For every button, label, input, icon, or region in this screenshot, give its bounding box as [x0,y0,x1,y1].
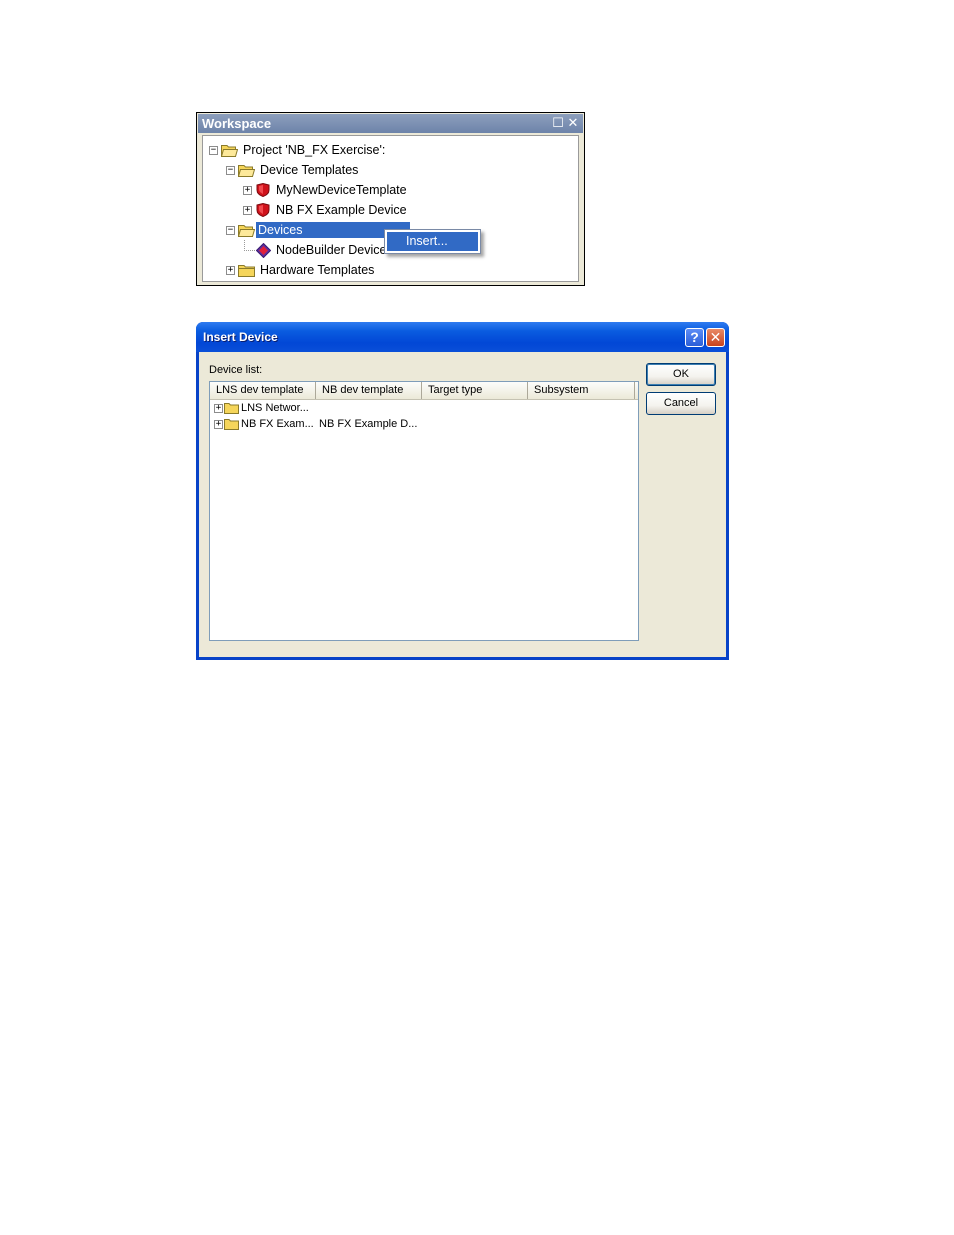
restore-icon[interactable]: ☐ [551,114,565,131]
tree-item-label: MyNewDeviceTemplate [276,183,407,197]
workspace-tree[interactable]: − Project 'NB_FX Exercise': − Device Tem… [202,135,579,282]
cell-lns-dev-template: LNS Networ... [241,402,309,414]
workspace-title: Workspace [202,116,272,131]
open-folder-icon [238,165,255,177]
expand-icon[interactable]: + [226,266,235,275]
tree-item-label: Project 'NB_FX Exercise': [243,143,386,157]
tree-item-hardware-templates[interactable]: + Hardware Templates [224,260,564,280]
folder-icon [224,419,239,430]
open-folder-icon [221,145,238,157]
device-diamond-icon [256,243,271,258]
expand-icon[interactable]: + [214,404,223,413]
close-icon[interactable]: ✕ [566,114,580,131]
folder-icon [238,265,255,277]
insert-device-dialog: Insert Device ? ✕ Device list: LNS dev t… [196,322,729,660]
workspace-panel: Workspace ☐ ✕ − Project 'NB_FX Exercise'… [196,112,585,286]
collapse-icon[interactable]: − [226,226,235,235]
ok-button[interactable]: OK [646,363,716,386]
tree-item-label: NB FX Example Device [276,203,407,217]
red-shield-icon [256,203,270,217]
list-item[interactable]: + NB FX Exam... NB FX Example D... [210,416,638,432]
column-header-nb-dev-template[interactable]: NB dev template [316,382,422,399]
tree-item-label: Hardware Templates [260,263,375,277]
dialog-body: Device list: LNS dev template NB dev tem… [199,352,726,657]
close-icon[interactable]: ✕ [706,328,725,347]
tree-item-nb-fx-example-device[interactable]: + NB FX Example Device [241,200,561,220]
tree-item-project[interactable]: − Project 'NB_FX Exercise': [207,140,567,160]
expand-icon[interactable]: + [243,206,252,215]
collapse-icon[interactable]: − [226,166,235,175]
tree-item-label: Device Templates [260,163,359,177]
help-icon[interactable]: ? [685,328,704,347]
folder-icon [224,403,239,414]
dialog-title-bar[interactable]: Insert Device ? ✕ [196,322,729,352]
workspace-title-bar[interactable]: Workspace [198,114,583,133]
cancel-button[interactable]: Cancel [646,392,716,415]
tree-item-label: NodeBuilder Device [276,243,387,257]
tree-connector-line [244,240,256,251]
collapse-icon[interactable]: − [209,146,218,155]
device-list-header: LNS dev template NB dev template Target … [210,382,638,400]
list-item[interactable]: + LNS Networ... [210,400,638,416]
device-list[interactable]: LNS dev template NB dev template Target … [209,381,639,641]
column-header-target-type[interactable]: Target type [422,382,528,399]
context-menu: Insert... [384,229,481,254]
tree-item-device-templates[interactable]: − Device Templates [224,160,564,180]
expand-icon[interactable]: + [243,186,252,195]
red-shield-icon [256,183,270,197]
open-folder-icon [238,225,255,237]
tree-item-mynewdevicetemplate[interactable]: + MyNewDeviceTemplate [241,180,561,200]
dialog-title: Insert Device [203,330,278,344]
column-header-lns-dev-template[interactable]: LNS dev template [210,382,316,399]
column-header-subsystem[interactable]: Subsystem [528,382,635,399]
expand-icon[interactable]: + [214,420,223,429]
device-list-label: Device list: [209,364,263,376]
cell-lns-dev-template: NB FX Exam... [241,418,314,430]
cell-nb-dev-template: NB FX Example D... [319,418,418,430]
context-menu-item-insert[interactable]: Insert... [387,232,478,251]
